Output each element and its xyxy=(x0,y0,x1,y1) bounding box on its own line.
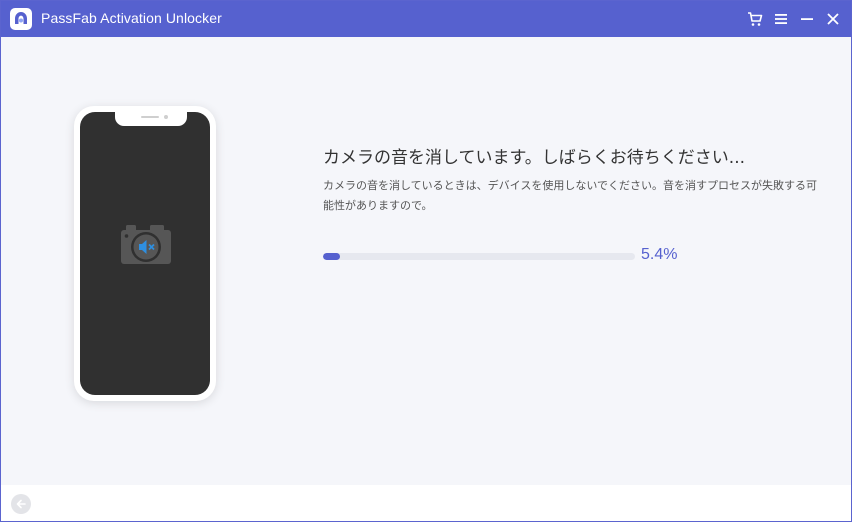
close-icon[interactable] xyxy=(824,10,842,28)
phone-notch xyxy=(115,112,187,126)
app-title: PassFab Activation Unlocker xyxy=(41,10,222,26)
phone-screen xyxy=(80,112,210,395)
main-content: カメラの音を消しています。しばらくお待ちください... カメラの音を消していると… xyxy=(1,37,851,485)
page-title: カメラの音を消しています。しばらくお待ちください... xyxy=(323,148,746,168)
menu-icon[interactable] xyxy=(772,10,790,28)
progress-bar xyxy=(323,253,635,260)
back-arrow-icon[interactable] xyxy=(11,494,31,514)
minimize-icon[interactable] xyxy=(798,10,816,28)
title-bar: PassFab Activation Unlocker xyxy=(1,1,851,37)
progress-percent: 5.4% xyxy=(641,246,678,263)
progress-fill xyxy=(323,253,340,260)
description-text: カメラの音を消しているときは、デバイスを使用しないでください。音を消すプロセスが… xyxy=(323,179,818,212)
app-logo-icon xyxy=(10,8,32,30)
cart-icon[interactable] xyxy=(746,10,764,28)
phone-illustration xyxy=(74,106,216,401)
camera-mute-icon xyxy=(120,224,172,270)
footer xyxy=(1,485,851,521)
app-window: PassFab Activation Unlocker カメラの音を消しています… xyxy=(0,0,852,522)
